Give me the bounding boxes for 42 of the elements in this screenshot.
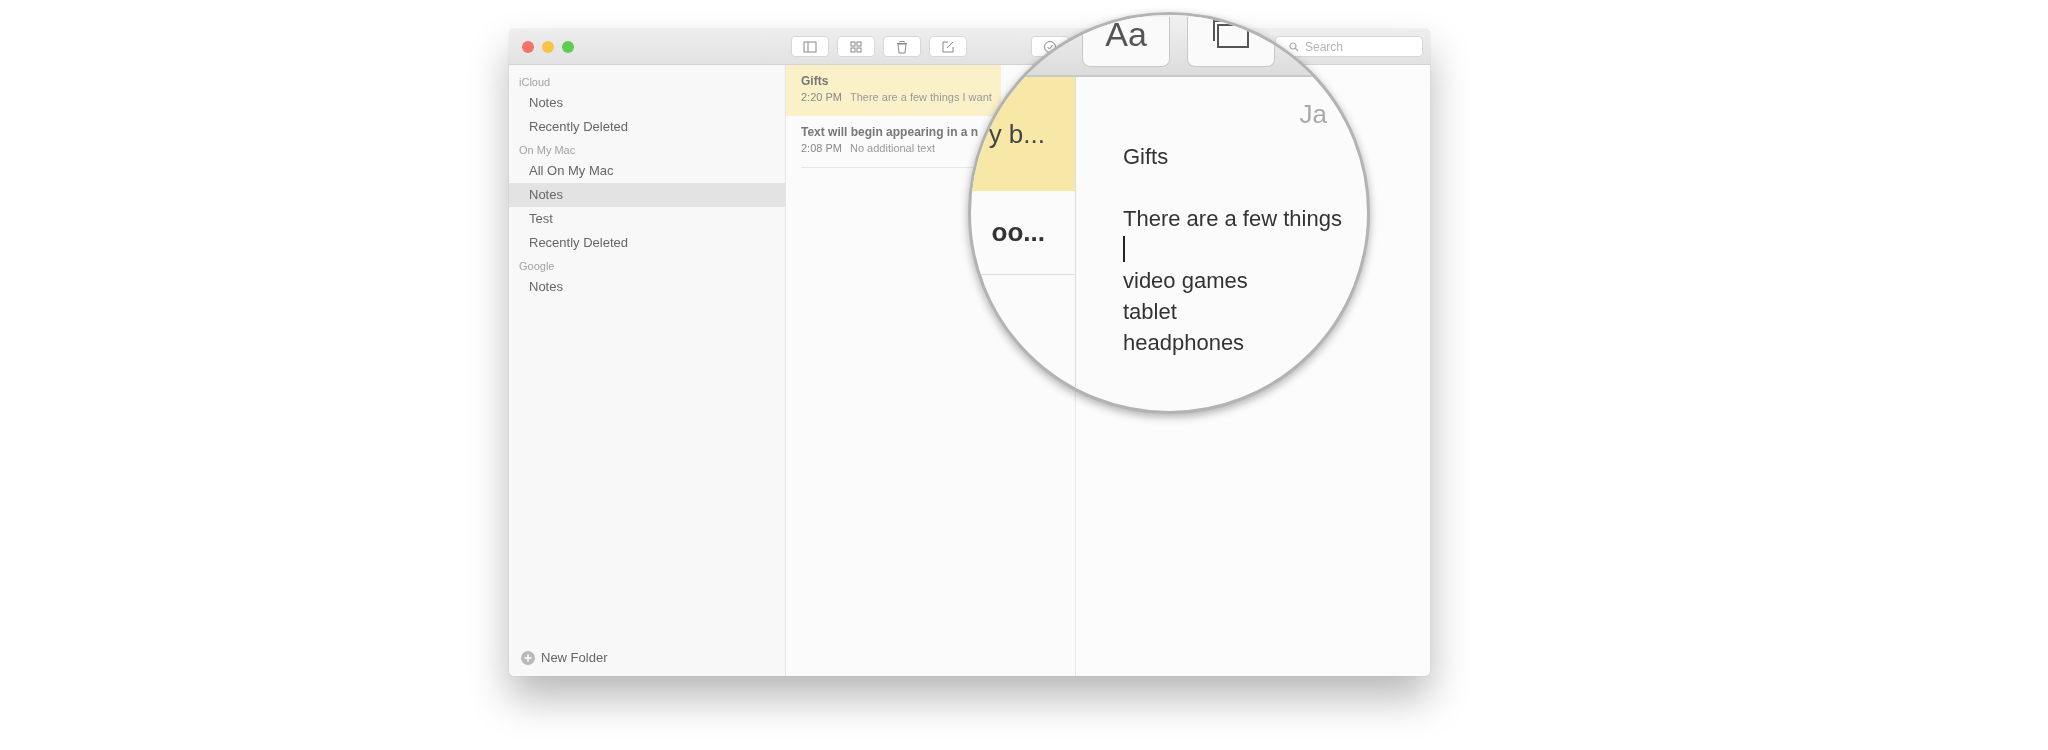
note-row[interactable]: Gifts 2:20 PM There are a few things I want bbox=[786, 65, 1001, 116]
section-header: Google bbox=[518, 259, 556, 274]
folder-item[interactable]: Test bbox=[509, 207, 785, 231]
note-time: 2:20 PM bbox=[801, 91, 842, 103]
folder-item[interactable]: Notes bbox=[509, 183, 785, 207]
folder-item[interactable]: All On My Mac bbox=[509, 159, 785, 183]
search-field[interactable]: Search bbox=[1275, 36, 1423, 57]
compose-icon bbox=[941, 39, 955, 54]
note-heading: Gifts bbox=[1123, 143, 1170, 171]
sidebar-toggle-button[interactable] bbox=[791, 36, 829, 57]
folder-item[interactable]: Notes bbox=[509, 91, 785, 115]
note-preview: There are a few things I want bbox=[849, 91, 992, 103]
folder-item[interactable]: Recently Deleted bbox=[509, 115, 785, 139]
section-header: iCloud bbox=[518, 75, 552, 90]
note-title: Text will begin appearing in a n bbox=[801, 125, 980, 139]
grid-icon bbox=[849, 39, 863, 54]
note-line: headphones bbox=[1123, 329, 1246, 357]
note-line: There are a few things bbox=[1123, 205, 1343, 233]
minimize-icon[interactable] bbox=[542, 40, 554, 53]
note-title: Gifts bbox=[801, 74, 830, 88]
zoom-icon[interactable] bbox=[562, 40, 574, 53]
trash-icon bbox=[895, 39, 909, 54]
format-button[interactable]: Aa bbox=[1082, 17, 1170, 67]
note-preview: No additional text bbox=[849, 142, 935, 154]
window-button[interactable] bbox=[1187, 17, 1275, 67]
delete-button[interactable] bbox=[883, 36, 921, 57]
note-date: Ja bbox=[1299, 99, 1327, 129]
note-time: 2:08 PM bbox=[801, 142, 842, 154]
folder-item[interactable]: Recently Deleted bbox=[509, 231, 785, 255]
compose-button[interactable] bbox=[929, 36, 967, 57]
plus-circle-icon bbox=[521, 650, 535, 665]
text-cursor bbox=[1123, 236, 1125, 262]
note-line: tablet bbox=[1123, 298, 1178, 326]
section-header: On My Mac bbox=[518, 143, 577, 158]
magnified-note-row: oo... bbox=[971, 191, 1075, 275]
search-icon bbox=[1289, 42, 1299, 52]
sidebar-icon bbox=[803, 39, 817, 54]
note-line: video games bbox=[1123, 267, 1249, 295]
attachments-button[interactable] bbox=[837, 36, 875, 57]
new-folder-link[interactable]: New Folder bbox=[541, 650, 608, 665]
folder-item[interactable]: Notes bbox=[509, 275, 785, 299]
close-icon[interactable] bbox=[522, 40, 534, 53]
